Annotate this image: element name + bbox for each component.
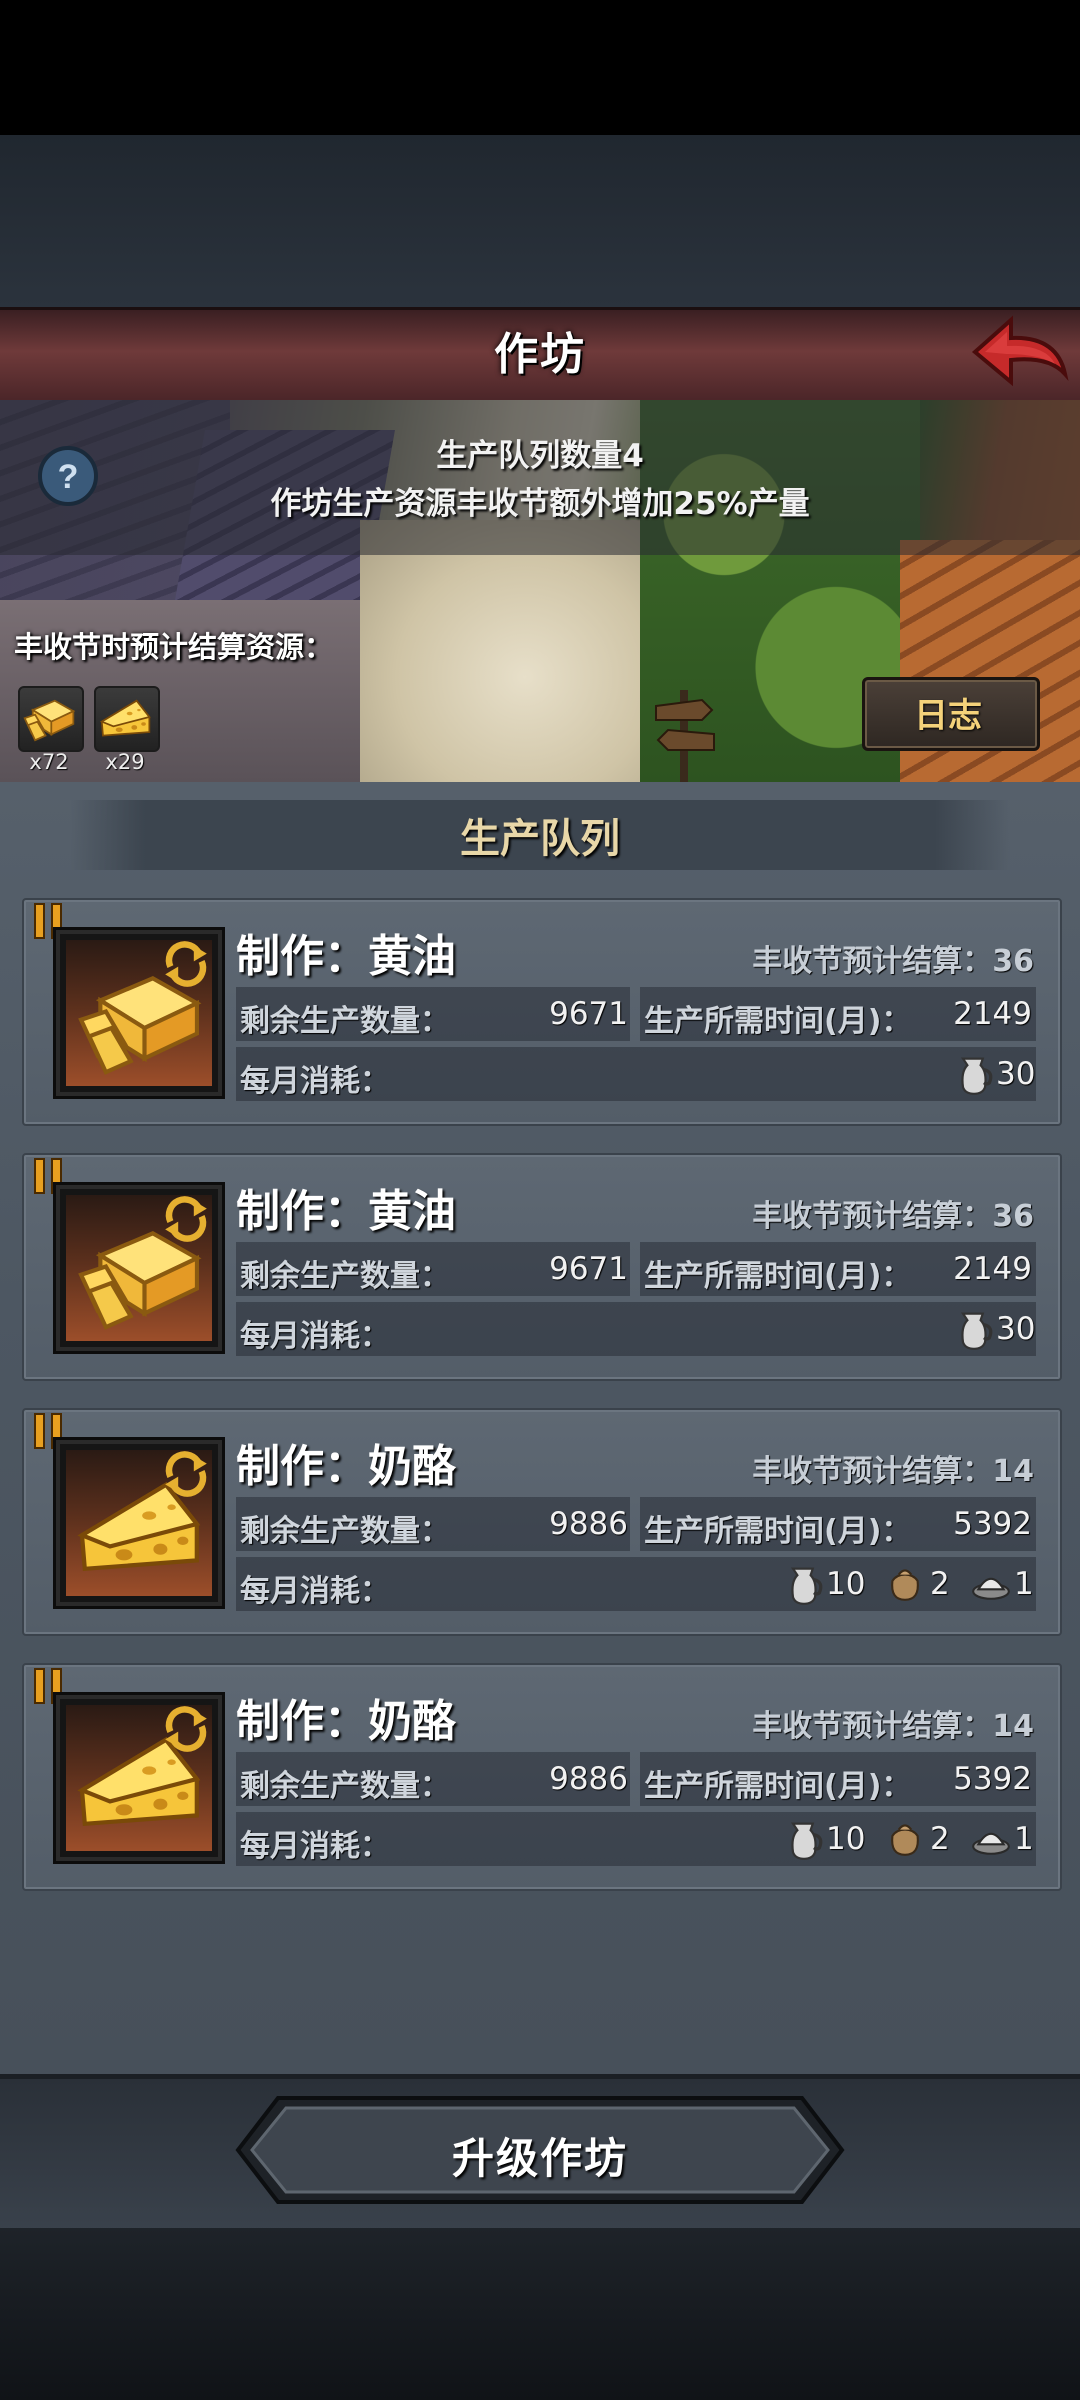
page-title: 作坊 (494, 329, 586, 380)
festival-settle-value: 丰收节预计结算：14 (752, 1709, 1034, 1744)
header-backdrop (0, 135, 1080, 307)
remain-label: 剩余生产数量： (240, 1004, 450, 1039)
consume-value: 1 (1014, 1821, 1034, 1857)
product-icon-frame (56, 930, 222, 1096)
salt-icon (970, 1817, 1012, 1859)
time-value: 2149 (953, 996, 1032, 1032)
cycle-icon (160, 1703, 212, 1755)
time-value: 5392 (953, 1506, 1032, 1542)
product-icon-frame (56, 1185, 222, 1351)
time-value: 2149 (953, 1251, 1032, 1287)
consume-value: 1 (1014, 1566, 1034, 1602)
remain-value: 9886 (549, 1506, 628, 1542)
consume-value: 30 (996, 1311, 1036, 1347)
consume-value: 2 (930, 1566, 950, 1602)
remain-label: 剩余生产数量： (240, 1259, 450, 1294)
butter-icon (20, 688, 78, 746)
upgrade-button-label: 升级作坊 (451, 2134, 628, 2183)
product-icon-frame (56, 1440, 222, 1606)
settlement-label: 丰收节时预计结算资源： (14, 630, 334, 664)
remain-value: 9671 (549, 996, 628, 1032)
consume-label: 每月消耗： (240, 1829, 390, 1864)
remain-label: 剩余生产数量： (240, 1514, 450, 1549)
remain-label: 剩余生产数量： (240, 1769, 450, 1804)
settlement-cheese-slot[interactable] (94, 686, 160, 752)
milk-jug-icon (952, 1050, 996, 1098)
product-icon-frame (56, 1695, 222, 1861)
milk-jug-icon (782, 1560, 826, 1608)
consume-label: 每月消耗： (240, 1574, 390, 1609)
queue-count-text: 生产队列数量4 (436, 438, 644, 474)
time-label: 生产所需时间(月)： (644, 1514, 912, 1549)
queue-item-title: 制作：奶酪 (236, 1696, 456, 1747)
festival-bonus-text: 作坊生产资源丰收节额外增加25%产量 (270, 486, 810, 522)
consume-label: 每月消耗： (240, 1319, 390, 1354)
time-label: 生产所需时间(月)： (644, 1259, 912, 1294)
settlement-butter-slot[interactable] (18, 686, 84, 752)
salt-icon (970, 1562, 1012, 1604)
queue-item-title: 制作：奶酪 (236, 1441, 456, 1492)
cycle-icon (160, 938, 212, 990)
settlement-cheese-count: x29 (105, 750, 145, 774)
festival-settle-value: 丰收节预计结算：14 (752, 1454, 1034, 1489)
sack-icon (884, 1817, 926, 1859)
milk-jug-icon (782, 1815, 826, 1863)
queue-item-title: 制作：黄油 (236, 1186, 456, 1237)
time-label: 生产所需时间(月)： (644, 1769, 912, 1804)
sack-icon (884, 1562, 926, 1604)
remain-value: 9671 (549, 1251, 628, 1287)
consume-value: 2 (930, 1821, 950, 1857)
festival-settle-value: 丰收节预计结算：36 (752, 1199, 1034, 1234)
back-arrow-icon[interactable] (965, 312, 1075, 396)
time-label: 生产所需时间(月)： (644, 1004, 912, 1039)
milk-jug-icon (952, 1305, 996, 1353)
consume-value: 10 (826, 1821, 866, 1857)
cycle-icon (160, 1193, 212, 1245)
bottom-backdrop (0, 2228, 1080, 2400)
remain-value: 9886 (549, 1761, 628, 1797)
festival-settle-value: 丰收节预计结算：36 (752, 944, 1034, 979)
section-title: 生产队列 (460, 816, 620, 862)
cycle-icon (160, 1448, 212, 1500)
consume-value: 10 (826, 1566, 866, 1602)
status-bar-area (0, 0, 1080, 135)
consume-label: 每月消耗： (240, 1064, 390, 1099)
log-button-label: 日志 (914, 696, 982, 736)
cheese-icon (96, 688, 154, 746)
time-value: 5392 (953, 1761, 1032, 1797)
settlement-butter-count: x72 (29, 750, 69, 774)
consume-value: 30 (996, 1056, 1036, 1092)
queue-item-title: 制作：黄油 (236, 931, 456, 982)
